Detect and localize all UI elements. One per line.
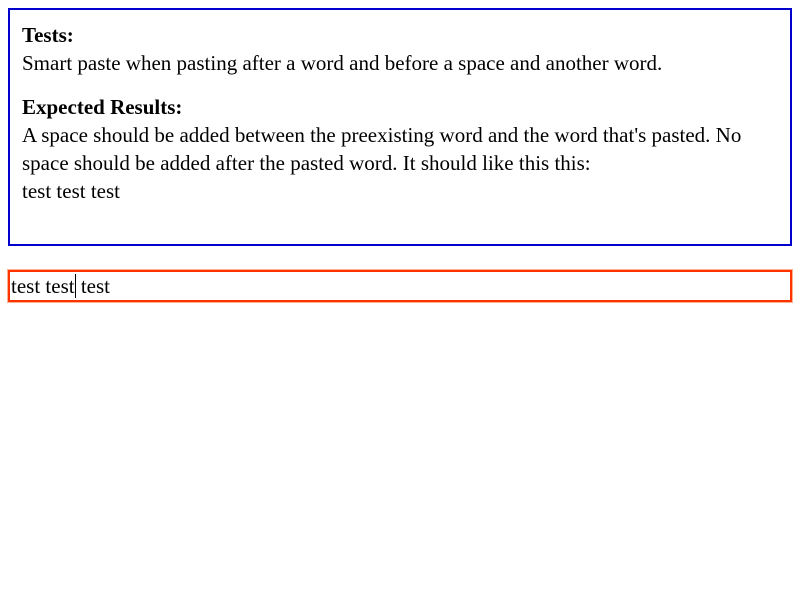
editor-text-after-caret: test [75, 274, 110, 298]
editable-text-field[interactable]: test test test [7, 269, 793, 303]
expected-results-sample: test test test [22, 179, 120, 203]
expected-results-description: A space should be added between the pree… [22, 123, 742, 175]
tests-heading: Tests: [22, 23, 74, 47]
editor-text-before-caret: test test [11, 274, 75, 298]
tests-description: Smart paste when pasting after a word an… [22, 51, 663, 75]
expected-results-heading: Expected Results: [22, 95, 183, 119]
test-instructions-box: Tests: Smart paste when pasting after a … [8, 8, 792, 246]
